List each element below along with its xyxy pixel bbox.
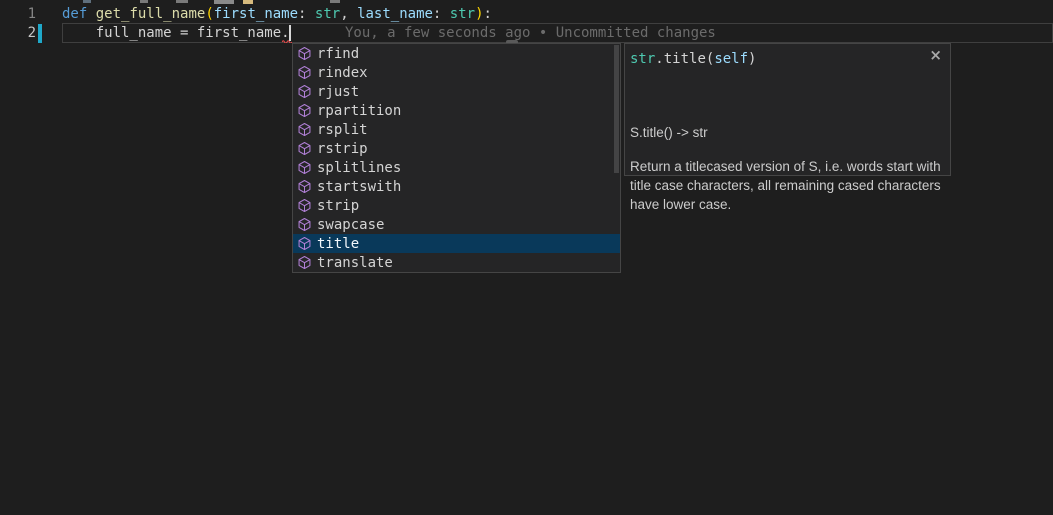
clipped-text-fragment	[83, 0, 91, 3]
suggest-list: rfind rindex rjust rpartition rsplit rst…	[293, 44, 620, 272]
suggest-item-rjust[interactable]: rjust	[293, 82, 620, 101]
code-line-1[interactable]: def get_full_name(first_name: str, last_…	[62, 5, 492, 24]
suggest-item-label: title	[317, 236, 359, 252]
suggest-item-splitlines[interactable]: splitlines	[293, 158, 620, 177]
suggest-item-label: splitlines	[317, 160, 401, 176]
suggest-item-title[interactable]: title	[293, 234, 620, 253]
suggest-item-label: rstrip	[317, 141, 368, 157]
symbol-method-icon	[297, 160, 312, 175]
suggest-item-label: rfind	[317, 46, 359, 62]
suggest-item-rpartition[interactable]: rpartition	[293, 101, 620, 120]
blame-annotation: You, a few seconds ago • Uncommitted cha…	[345, 24, 716, 43]
symbol-method-icon	[297, 236, 312, 251]
docs-type-line: S.title() -> str	[630, 125, 708, 140]
clipped-text-fragment	[176, 0, 188, 3]
docs-signature: str.title(self)	[630, 50, 756, 69]
suggest-item-label: rjust	[317, 84, 359, 100]
symbol-method-icon	[297, 141, 312, 156]
suggest-item-startswith[interactable]: startswith	[293, 177, 620, 196]
symbol-method-icon	[297, 122, 312, 137]
symbol-method-icon	[297, 198, 312, 213]
clipped-text-fragment	[214, 0, 234, 4]
close-icon[interactable]: ×	[929, 46, 942, 64]
clipped-text-fragment	[330, 0, 340, 3]
symbol-method-icon	[297, 65, 312, 80]
suggest-item-rstrip[interactable]: rstrip	[293, 139, 620, 158]
suggest-item-label: strip	[317, 198, 359, 214]
suggest-item-label: rpartition	[317, 103, 401, 119]
docs-description: Return a titlecased version of S, i.e. w…	[630, 157, 944, 214]
suggest-item-label: swapcase	[317, 217, 384, 233]
line-number-2: 2	[0, 24, 36, 43]
symbol-method-icon	[297, 46, 312, 61]
symbol-method-icon	[297, 84, 312, 99]
clipped-text-fragment	[243, 0, 253, 4]
suggest-item-rsplit[interactable]: rsplit	[293, 120, 620, 139]
clipped-text-fragment	[140, 0, 148, 3]
symbol-method-icon	[297, 179, 312, 194]
modified-line-indicator	[38, 24, 42, 43]
text-cursor	[289, 25, 291, 41]
suggest-item-strip[interactable]: strip	[293, 196, 620, 215]
suggest-widget: rfind rindex rjust rpartition rsplit rst…	[292, 43, 621, 273]
symbol-method-icon	[297, 103, 312, 118]
suggest-item-rindex[interactable]: rindex	[293, 63, 620, 82]
suggest-item-label: startswith	[317, 179, 401, 195]
suggest-item-swapcase[interactable]: swapcase	[293, 215, 620, 234]
suggest-item-label: rsplit	[317, 122, 368, 138]
suggest-item-translate[interactable]: translate	[293, 253, 620, 272]
suggest-item-rfind[interactable]: rfind	[293, 44, 620, 63]
code-line-2[interactable]: full_name = first_name.	[62, 24, 290, 43]
suggest-item-label: translate	[317, 255, 393, 271]
suggest-item-label: rindex	[317, 65, 368, 81]
symbol-method-icon	[297, 255, 312, 270]
symbol-method-icon	[297, 217, 312, 232]
suggest-scrollbar[interactable]	[614, 45, 619, 173]
docs-panel: str.title(self) × S.title() -> str Retur…	[624, 43, 951, 176]
line-number-1: 1	[0, 5, 36, 24]
